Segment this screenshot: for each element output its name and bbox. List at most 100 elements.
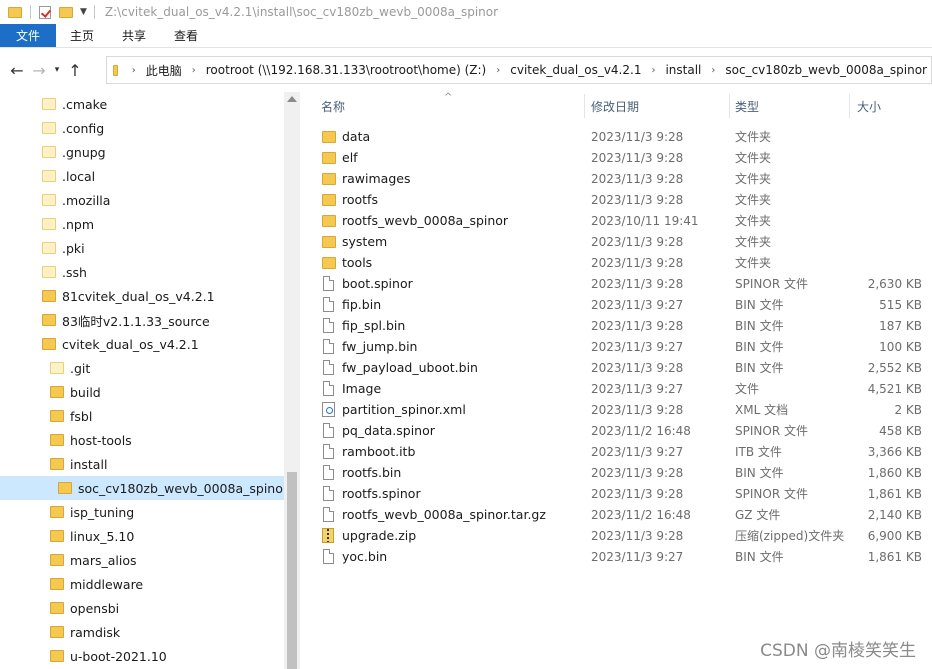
tree-item-label: middleware bbox=[70, 576, 144, 592]
file-row[interactable]: elf 2023/11/3 9:28 文件夹 bbox=[300, 147, 932, 168]
file-row[interactable]: boot.spinor 2023/11/3 9:28 SPINOR 文件 2,630 … bbox=[300, 273, 932, 294]
file-date: 2023/11/3 9:27 bbox=[591, 549, 684, 564]
tree-item[interactable]: .ssh bbox=[42, 260, 87, 284]
tree-item[interactable]: .gnupg bbox=[42, 140, 106, 164]
column-header-type[interactable]: 类型 bbox=[735, 92, 759, 120]
tree-item[interactable]: .git bbox=[50, 356, 90, 380]
file-row[interactable]: ramboot.itb 2023/11/3 9:27 ITB 文件 3,366 KB bbox=[300, 441, 932, 462]
breadcrumb-this-pc[interactable]: 此电脑 bbox=[142, 62, 186, 79]
folder-icon bbox=[322, 256, 336, 269]
file-row[interactable]: Image 2023/11/3 9:27 文件 4,521 KB bbox=[300, 378, 932, 399]
file-date: 2023/11/3 9:28 bbox=[591, 276, 684, 291]
tree-item[interactable]: .mozilla bbox=[42, 188, 110, 212]
tree-item[interactable]: .npm bbox=[42, 212, 94, 236]
chevron-right-icon[interactable]: › bbox=[126, 65, 142, 76]
file-row[interactable]: fw_payload_uboot.bin 2023/11/3 9:28 BIN 文件… bbox=[300, 357, 932, 378]
file-name-cell: rawimages bbox=[322, 168, 410, 189]
tab-share[interactable]: 共享 bbox=[108, 24, 160, 47]
chevron-right-icon[interactable]: › bbox=[490, 65, 506, 76]
file-row[interactable]: rootfs 2023/11/3 9:28 文件夹 bbox=[300, 189, 932, 210]
file-date: 2023/11/3 9:28 bbox=[591, 192, 684, 207]
new-folder-icon[interactable] bbox=[59, 6, 73, 18]
back-arrow-icon[interactable]: ← bbox=[6, 57, 28, 83]
tree-item-label: .mozilla bbox=[62, 192, 111, 208]
tree-item[interactable]: build bbox=[50, 380, 101, 404]
tree-item[interactable]: .pki bbox=[42, 236, 85, 260]
file-name: pq_data.spinor bbox=[342, 423, 435, 438]
navigation-pane-scrollbar[interactable] bbox=[284, 92, 300, 669]
file-row[interactable]: data 2023/11/3 9:28 文件夹 bbox=[300, 126, 932, 147]
tree-item[interactable]: soc_cv180zb_wevb_0008a_spinor bbox=[0, 476, 284, 500]
file-row[interactable]: upgrade.zip 2023/11/3 9:28 压缩(zipped)文件夹 6,… bbox=[300, 525, 932, 546]
recent-locations-chevron-icon[interactable]: ▾ bbox=[50, 57, 64, 83]
file-row[interactable]: partition_spinor.xml 2023/11/3 9:28 XML 文档… bbox=[300, 399, 932, 420]
tree-item[interactable]: install bbox=[50, 452, 107, 476]
customize-toolbar-chevron-icon[interactable]: ▼ bbox=[80, 7, 87, 17]
file-row[interactable]: system 2023/11/3 9:28 文件夹 bbox=[300, 231, 932, 252]
file-name-cell: rootfs_wevb_0008a_spinor.tar.gz bbox=[322, 504, 546, 525]
breadcrumb-cvitek[interactable]: cvitek_dual_os_v4.2.1 bbox=[506, 63, 645, 77]
navigation-pane: .cmake .config .gnupg .local .mozilla .npm .pk… bbox=[0, 92, 284, 669]
navigation-bar: ← → ▾ ↑ › 此电脑 › rootroot (\\192.168.31.1… bbox=[0, 52, 932, 88]
file-row[interactable]: rootfs.spinor 2023/11/3 9:28 SPINOR 文件 1,86… bbox=[300, 483, 932, 504]
scrollbar-thumb[interactable] bbox=[287, 472, 297, 669]
column-divider[interactable] bbox=[584, 94, 585, 118]
tree-item[interactable]: ramdisk bbox=[50, 620, 120, 644]
column-divider[interactable] bbox=[729, 94, 730, 118]
column-header-date[interactable]: 修改日期 bbox=[591, 92, 639, 120]
file-name-cell: yoc.bin bbox=[322, 546, 387, 567]
up-arrow-icon[interactable]: ↑ bbox=[64, 57, 86, 83]
forward-arrow-icon[interactable]: → bbox=[28, 57, 50, 83]
tree-item[interactable]: host-tools bbox=[50, 428, 132, 452]
file-date: 2023/11/3 9:28 bbox=[591, 528, 684, 543]
file-row[interactable]: rootfs_wevb_0008a_spinor 2023/10/11 19:41… bbox=[300, 210, 932, 231]
tree-item[interactable]: 81cvitek_dual_os_v4.2.1 bbox=[42, 284, 215, 308]
tree-item[interactable]: isp_tuning bbox=[50, 500, 134, 524]
chevron-right-icon[interactable]: › bbox=[186, 65, 202, 76]
tab-home[interactable]: 主页 bbox=[56, 24, 108, 47]
file-type: GZ 文件 bbox=[735, 508, 781, 522]
tree-item[interactable]: fsbl bbox=[50, 404, 92, 428]
file-row[interactable]: tools 2023/11/3 9:28 文件夹 bbox=[300, 252, 932, 273]
tree-item[interactable]: u-boot-2021.10 bbox=[50, 644, 167, 668]
tab-view[interactable]: 查看 bbox=[160, 24, 212, 47]
tree-item-label: soc_cv180zb_wevb_0008a_spinor bbox=[78, 480, 284, 496]
file-row[interactable]: rootfs_wevb_0008a_spinor.tar.gz 2023/11/2… bbox=[300, 504, 932, 525]
folder-icon bbox=[42, 170, 56, 182]
tree-item[interactable]: .local bbox=[42, 164, 95, 188]
chevron-right-icon[interactable]: › bbox=[645, 65, 661, 76]
tree-item[interactable]: 83临时v2.1.1.33_source bbox=[42, 308, 210, 332]
tree-item-label: opensbi bbox=[70, 600, 120, 616]
column-header-size[interactable]: 大小 bbox=[857, 92, 881, 120]
scroll-up-arrow-icon[interactable] bbox=[287, 96, 297, 102]
file-date: 2023/11/3 9:28 bbox=[591, 486, 684, 501]
file-row[interactable]: rawimages 2023/11/3 9:28 文件夹 bbox=[300, 168, 932, 189]
file-row[interactable]: pq_data.spinor 2023/11/2 16:48 SPINOR 文件 45… bbox=[300, 420, 932, 441]
column-header-name[interactable]: 名称 bbox=[321, 92, 345, 120]
tree-item[interactable]: cvitek_dual_os_v4.2.1 bbox=[42, 332, 199, 356]
tree-item[interactable]: .cmake bbox=[42, 92, 107, 116]
column-divider[interactable] bbox=[849, 94, 850, 118]
folder-icon bbox=[113, 64, 118, 76]
properties-icon[interactable] bbox=[39, 5, 51, 19]
file-row[interactable]: rootfs.bin 2023/11/3 9:28 BIN 文件 1,860 KB bbox=[300, 462, 932, 483]
chevron-right-icon[interactable]: › bbox=[705, 65, 721, 76]
address-bar[interactable]: › 此电脑 › rootroot (\\192.168.31.133\rootr… bbox=[106, 56, 932, 84]
tree-item[interactable]: opensbi bbox=[50, 596, 119, 620]
tree-item[interactable]: .config bbox=[42, 116, 104, 140]
breadcrumb-network-drive[interactable]: rootroot (\\192.168.31.133\rootroot\home… bbox=[202, 63, 490, 77]
tree-item-label: .npm bbox=[62, 216, 95, 232]
tree-item[interactable]: middleware bbox=[50, 572, 143, 596]
breadcrumb-install[interactable]: install bbox=[661, 63, 705, 77]
tree-item[interactable]: mars_alios bbox=[50, 548, 137, 572]
file-row[interactable]: fw_jump.bin 2023/11/3 9:27 BIN 文件 100 KB bbox=[300, 336, 932, 357]
folder-icon bbox=[50, 458, 64, 470]
breadcrumb-current-folder[interactable]: soc_cv180zb_wevb_0008a_spinor bbox=[721, 63, 931, 77]
file-row[interactable]: fip_spl.bin 2023/11/3 9:28 BIN 文件 187 KB bbox=[300, 315, 932, 336]
tab-file[interactable]: 文件 bbox=[0, 24, 56, 47]
file-name: rootfs.bin bbox=[342, 465, 402, 480]
tree-item[interactable]: linux_5.10 bbox=[50, 524, 134, 548]
file-name-cell: upgrade.zip bbox=[322, 525, 416, 546]
file-row[interactable]: fip.bin 2023/11/3 9:27 BIN 文件 515 KB bbox=[300, 294, 932, 315]
file-row[interactable]: yoc.bin 2023/11/3 9:27 BIN 文件 1,861 KB bbox=[300, 546, 932, 567]
